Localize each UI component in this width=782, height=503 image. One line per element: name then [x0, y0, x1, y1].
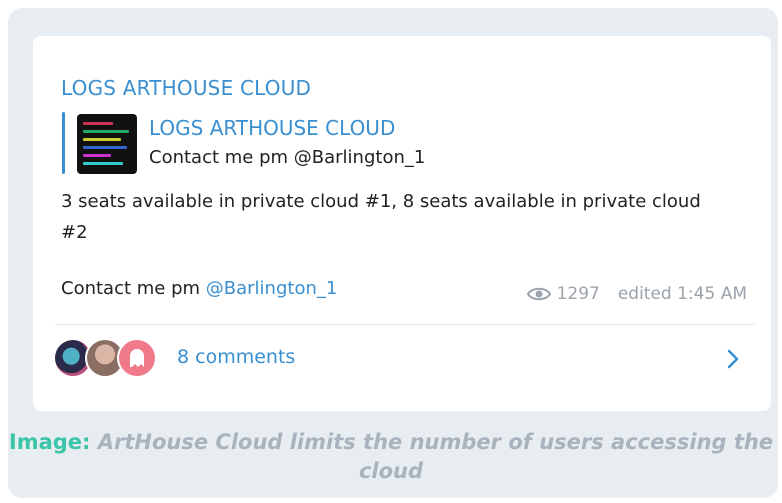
avatar [117, 338, 157, 378]
quote-thumbnail[interactable] [77, 114, 137, 174]
screenshot-frame: LOGS ARTHOUSE CLOUD LOGS ARTHOUSE CLOUD … [8, 8, 778, 498]
contact-prefix: Contact me pm [61, 278, 206, 299]
eye-icon [526, 287, 551, 301]
contact-line: Contact me pm @Barlington_1 [61, 278, 337, 299]
divider [55, 324, 755, 325]
caption-label: Image: [8, 430, 91, 454]
channel-name[interactable]: LOGS ARTHOUSE CLOUD [61, 76, 311, 100]
mention-link[interactable]: @Barlington_1 [206, 278, 338, 299]
comments-link[interactable]: 8 comments [177, 346, 295, 368]
image-caption: Image: ArtHouse Cloud limits the number … [0, 428, 782, 486]
quoted-text: Contact me pm @Barlington_1 [149, 147, 426, 168]
chevron-right-icon[interactable] [723, 348, 743, 370]
view-count: 1297 [556, 284, 600, 304]
quoted-title[interactable]: LOGS ARTHOUSE CLOUD [149, 116, 395, 140]
edited-time: edited 1:45 AM [617, 284, 747, 304]
message-meta: 1297 edited 1:45 AM [526, 284, 747, 304]
quote-bar [62, 112, 65, 174]
caption-text: ArtHouse Cloud limits the number of user… [90, 430, 774, 483]
message-card: LOGS ARTHOUSE CLOUD LOGS ARTHOUSE CLOUD … [33, 36, 771, 411]
commenter-avatars[interactable] [53, 338, 163, 378]
ghost-icon [130, 349, 144, 367]
message-body: 3 seats available in private cloud #1, 8… [61, 191, 701, 243]
